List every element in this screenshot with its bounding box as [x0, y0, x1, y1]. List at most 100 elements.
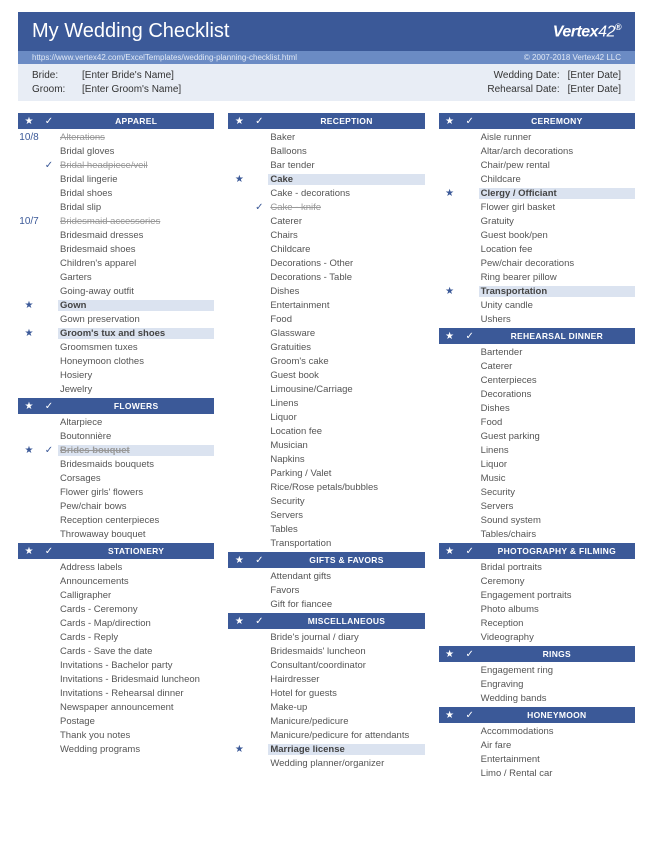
checklist-item[interactable]: Ushers	[439, 312, 635, 326]
item-star-cell[interactable]: ★	[18, 300, 40, 311]
checklist-item[interactable]: Jewelry	[18, 382, 214, 396]
checklist-item[interactable]: Bridal slip	[18, 200, 214, 214]
checklist-item[interactable]: Centerpieces	[439, 373, 635, 387]
checklist-item[interactable]: Bridal shoes	[18, 186, 214, 200]
checklist-item[interactable]: ★Transportation	[439, 284, 635, 298]
checklist-item[interactable]: Food	[439, 415, 635, 429]
checklist-item[interactable]: Caterer	[439, 359, 635, 373]
checklist-item[interactable]: Hairdresser	[228, 672, 424, 686]
checklist-item[interactable]: Thank you notes	[18, 728, 214, 742]
checklist-item[interactable]: Wedding programs	[18, 742, 214, 756]
checklist-item[interactable]: ★Groom's tux and shoes	[18, 326, 214, 340]
checklist-item[interactable]: Limo / Rental car	[439, 766, 635, 780]
checklist-item[interactable]: Bridal portraits	[439, 560, 635, 574]
checklist-item[interactable]: Security	[228, 494, 424, 508]
checklist-item[interactable]: Engagement portraits	[439, 588, 635, 602]
checklist-item[interactable]: Sound system	[439, 513, 635, 527]
checklist-item[interactable]: Favors	[228, 583, 424, 597]
checklist-item[interactable]: ★✓Brides bouquet	[18, 443, 214, 457]
item-star-cell[interactable]: ★	[18, 328, 40, 339]
checklist-item[interactable]: Bridesmaids' luncheon	[228, 644, 424, 658]
checklist-item[interactable]: Cake - decorations	[228, 186, 424, 200]
checklist-item[interactable]: Linens	[439, 443, 635, 457]
checklist-item[interactable]: Pew/chair decorations	[439, 256, 635, 270]
checklist-item[interactable]: Gratuity	[439, 214, 635, 228]
checklist-item[interactable]: Bartender	[439, 345, 635, 359]
checklist-item[interactable]: Gift for fiancee	[228, 597, 424, 611]
checklist-item[interactable]: ★Gown	[18, 298, 214, 312]
checklist-item[interactable]: Cards - Reply	[18, 630, 214, 644]
checklist-item[interactable]: Guest parking	[439, 429, 635, 443]
checklist-item[interactable]: Cards - Save the date	[18, 644, 214, 658]
checklist-item[interactable]: Location fee	[439, 242, 635, 256]
checklist-item[interactable]: Tables	[228, 522, 424, 536]
item-check-cell[interactable]: ✓	[40, 445, 58, 456]
checklist-item[interactable]: Music	[439, 471, 635, 485]
checklist-item[interactable]: Guest book	[228, 368, 424, 382]
checklist-item[interactable]: Corsages	[18, 471, 214, 485]
checklist-item[interactable]: Announcements	[18, 574, 214, 588]
checklist-item[interactable]: Servers	[228, 508, 424, 522]
checklist-item[interactable]: Aisle runner	[439, 130, 635, 144]
checklist-item[interactable]: Bar tender	[228, 158, 424, 172]
checklist-item[interactable]: Ceremony	[439, 574, 635, 588]
checklist-item[interactable]: ★Marriage license	[228, 742, 424, 756]
checklist-item[interactable]: Bridal gloves	[18, 144, 214, 158]
checklist-item[interactable]: Reception	[439, 616, 635, 630]
checklist-item[interactable]: Bridesmaid dresses	[18, 228, 214, 242]
item-star-cell[interactable]: 10/8	[18, 132, 40, 143]
checklist-item[interactable]: Invitations - Bachelor party	[18, 658, 214, 672]
checklist-item[interactable]: Ring bearer pillow	[439, 270, 635, 284]
checklist-item[interactable]: Engraving	[439, 677, 635, 691]
checklist-item[interactable]: 10/8Alterations	[18, 130, 214, 144]
checklist-item[interactable]: Transportation	[228, 536, 424, 550]
item-star-cell[interactable]: ★	[228, 744, 250, 755]
checklist-item[interactable]: Decorations	[439, 387, 635, 401]
item-check-cell[interactable]: ✓	[250, 202, 268, 213]
checklist-item[interactable]: Gratuities	[228, 340, 424, 354]
checklist-item[interactable]: Glassware	[228, 326, 424, 340]
checklist-item[interactable]: Pew/chair bows	[18, 499, 214, 513]
checklist-item[interactable]: Food	[228, 312, 424, 326]
checklist-item[interactable]: Bridesmaid shoes	[18, 242, 214, 256]
checklist-item[interactable]: Wedding bands	[439, 691, 635, 705]
checklist-item[interactable]: Engagement ring	[439, 663, 635, 677]
checklist-item[interactable]: Bridesmaids bouquets	[18, 457, 214, 471]
checklist-item[interactable]: Flower girl basket	[439, 200, 635, 214]
checklist-item[interactable]: Entertainment	[439, 752, 635, 766]
checklist-item[interactable]: Reception centerpieces	[18, 513, 214, 527]
checklist-item[interactable]: Photo albums	[439, 602, 635, 616]
checklist-item[interactable]: 10/7Bridesmaid accessories	[18, 214, 214, 228]
checklist-item[interactable]: Gown preservation	[18, 312, 214, 326]
rehearsal-date-value[interactable]: [Enter Date]	[568, 84, 621, 95]
checklist-item[interactable]: Groomsmen tuxes	[18, 340, 214, 354]
checklist-item[interactable]: Postage	[18, 714, 214, 728]
checklist-item[interactable]: Location fee	[228, 424, 424, 438]
checklist-item[interactable]: Linens	[228, 396, 424, 410]
checklist-item[interactable]: Childcare	[228, 242, 424, 256]
checklist-item[interactable]: Throwaway bouquet	[18, 527, 214, 541]
checklist-item[interactable]: Decorations - Other	[228, 256, 424, 270]
checklist-item[interactable]: Caterer	[228, 214, 424, 228]
checklist-item[interactable]: ✓Bridal headpiece/veil	[18, 158, 214, 172]
wedding-date-value[interactable]: [Enter Date]	[568, 70, 621, 81]
checklist-item[interactable]: Children's apparel	[18, 256, 214, 270]
checklist-item[interactable]: Manicure/pedicure	[228, 714, 424, 728]
checklist-item[interactable]: Groom's cake	[228, 354, 424, 368]
groom-value[interactable]: [Enter Groom's Name]	[82, 84, 181, 95]
checklist-item[interactable]: Make-up	[228, 700, 424, 714]
checklist-item[interactable]: Childcare	[439, 172, 635, 186]
checklist-item[interactable]: Liquor	[228, 410, 424, 424]
item-check-cell[interactable]: ✓	[40, 160, 58, 171]
checklist-item[interactable]: Limousine/Carriage	[228, 382, 424, 396]
checklist-item[interactable]: Servers	[439, 499, 635, 513]
item-star-cell[interactable]: ★	[228, 174, 250, 185]
item-star-cell[interactable]: ★	[439, 286, 461, 297]
checklist-item[interactable]: Invitations - Bridesmaid luncheon	[18, 672, 214, 686]
checklist-item[interactable]: Tables/chairs	[439, 527, 635, 541]
checklist-item[interactable]: Unity candle	[439, 298, 635, 312]
checklist-item[interactable]: Wedding planner/organizer	[228, 756, 424, 770]
checklist-item[interactable]: Cards - Map/direction	[18, 616, 214, 630]
checklist-item[interactable]: Garters	[18, 270, 214, 284]
checklist-item[interactable]: Dishes	[439, 401, 635, 415]
